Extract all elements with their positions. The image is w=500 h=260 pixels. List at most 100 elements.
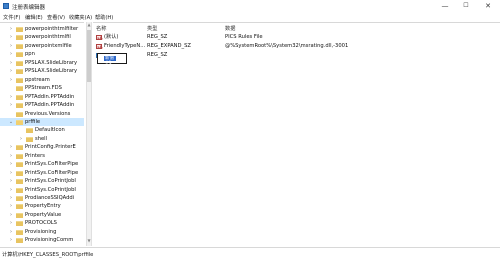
tree-item[interactable]: › ppn (0, 50, 84, 58)
tree-item-label: powerpointhtmlfilter (25, 26, 79, 32)
value-row-new[interactable]: 011 REG_SZ (93, 51, 500, 60)
tree-item[interactable]: › PPSLAX.SlideLibrary (0, 67, 84, 75)
chevron-right-icon[interactable]: › (8, 211, 14, 219)
tree-item-label: PrintConfig.PrinterE (25, 144, 76, 151)
chevron-right-icon[interactable]: › (8, 33, 14, 41)
rename-value-input[interactable]: 新值 #1 (97, 53, 127, 66)
chevron-right-icon[interactable]: › (8, 152, 14, 160)
registry-key-tree[interactable]: › powerpointhtmlfilter › powerpointhtmlfil ›… (0, 22, 84, 246)
folder-icon (26, 128, 33, 134)
chevron-right-icon (8, 110, 14, 118)
tree-item[interactable]: › PrintSys.CoPrintJobI (0, 186, 84, 194)
tree-item[interactable]: › ppstream (0, 76, 84, 84)
tree-item[interactable]: › PrintConfig.PrinterE (0, 143, 84, 151)
tree-item[interactable]: › Provisioning (0, 228, 84, 236)
window-title: 注册表编辑器 (12, 5, 46, 11)
chevron-right-icon[interactable]: › (8, 219, 14, 227)
folder-icon (16, 187, 23, 193)
chevron-right-icon[interactable]: › (8, 76, 14, 84)
tree-item-label: PPSLAX.SlideLibrary (25, 59, 78, 66)
chevron-right-icon[interactable]: › (8, 93, 14, 101)
value-row[interactable]: ab FriendlyTypeN... REG_EXPAND_SZ @%Syst… (93, 42, 500, 51)
chevron-right-icon[interactable]: › (8, 186, 14, 194)
chevron-right-icon[interactable]: › (8, 194, 14, 202)
tree-item[interactable]: › PPTAddin.PPTAddin (0, 101, 84, 109)
folder-icon (16, 196, 23, 201)
folder-icon (16, 43, 23, 49)
menu-help[interactable]: 帮助(H) (95, 14, 113, 21)
scroll-thumb[interactable] (87, 30, 91, 82)
chevron-right-icon[interactable]: › (8, 42, 14, 50)
menu-file[interactable]: 文件(F) (3, 14, 20, 21)
tree-item[interactable]: › ProvisioningComm (0, 236, 84, 244)
chevron-right-icon[interactable]: › (8, 160, 14, 168)
folder-icon (16, 162, 23, 168)
chevron-right-icon[interactable]: › (8, 236, 14, 244)
folder-icon (16, 60, 23, 66)
tree-item-label: PPTAddin.PPTAddin (25, 93, 75, 100)
chevron-right-icon[interactable]: › (8, 143, 14, 151)
chevron-right-icon[interactable]: › (8, 59, 14, 67)
chevron-right-icon[interactable]: › (8, 50, 14, 58)
minimize-button[interactable]: — (437, 1, 453, 11)
column-header-data[interactable]: 数据 (225, 25, 235, 32)
tree-item[interactable]: › powerpointxmlfile (0, 42, 84, 50)
menu-edit[interactable]: 编辑(E) (25, 14, 43, 21)
tree-item-label: Provisioning (25, 228, 57, 235)
tree-item[interactable]: › PrintSys.CoPrintJobI (0, 177, 84, 185)
value-row[interactable]: ab (默认) REG_SZ PICS Rules File (93, 33, 500, 42)
tree-item-label: Printers (25, 152, 45, 159)
chevron-down-icon[interactable]: ⌄ (8, 118, 14, 126)
chevron-right-icon[interactable]: › (8, 202, 14, 210)
column-header-type[interactable]: 类型 (147, 25, 157, 32)
tree-item[interactable]: › Printers (0, 152, 84, 160)
tree-item-label: ProdianceSSIQAddi (25, 195, 75, 201)
tree-item-label: PROTOCOLS (25, 220, 57, 227)
chevron-right-icon[interactable]: › (8, 101, 14, 109)
folder-icon (16, 69, 23, 75)
tree-item[interactable]: › PPTAddin.PPTAddin (0, 93, 84, 101)
tree-item[interactable]: Previous.Versions (0, 110, 84, 118)
tree-item[interactable]: › powerpointhtmlfil (0, 33, 84, 41)
tree-item[interactable]: › PROTOCOLS (0, 219, 84, 227)
status-bar: 计算机\HKEY_CLASSES_ROOT\prffile (0, 247, 500, 260)
menu-view[interactable]: 查看(V) (47, 14, 65, 21)
folder-icon (16, 52, 23, 58)
menu-favorites[interactable]: 收藏夹(A) (69, 14, 92, 21)
tree-item[interactable]: › powerpointhtmlfilter (0, 25, 84, 33)
scroll-up-arrow-icon[interactable]: ▲ (87, 22, 91, 28)
chevron-right-icon[interactable]: › (8, 67, 14, 75)
folder-icon (16, 179, 23, 185)
chevron-right-icon[interactable]: › (8, 228, 14, 236)
chevron-right-icon[interactable]: › (8, 25, 14, 33)
chevron-right-icon[interactable]: › (18, 135, 24, 143)
tree-item-label: PrintSys.CoPrintJobI (25, 186, 76, 193)
tree-item[interactable]: ⌄ prffile (0, 117, 84, 126)
folder-icon (26, 136, 33, 142)
title-bar: 注册表编辑器 — ☐ ✕ (0, 0, 500, 12)
tree-item[interactable]: › PPSLAX.SlideLibrary (0, 59, 84, 67)
tree-item[interactable]: › ProdianceSSIQAddi (0, 194, 84, 202)
scroll-down-arrow-icon[interactable]: ▼ (87, 238, 91, 244)
column-header-name[interactable]: 名称 (96, 25, 106, 32)
tree-item[interactable]: DefaultIcon (0, 126, 84, 134)
chevron-right-icon (18, 126, 24, 134)
tree-item[interactable]: PPStream.FDS (0, 84, 84, 92)
chevron-right-icon[interactable]: › (8, 177, 14, 185)
folder-icon (16, 35, 23, 41)
tree-item[interactable]: › PropertyValue (0, 211, 84, 219)
tree-item[interactable]: › PropertyEntry (0, 202, 84, 210)
tree-scrollbar[interactable]: ▲ ▼ (86, 22, 92, 246)
maximize-button[interactable]: ☐ (458, 1, 474, 11)
folder-icon (16, 170, 23, 176)
tree-item-label: powerpointhtmlfil (25, 34, 71, 41)
close-button[interactable]: ✕ (480, 1, 496, 11)
chevron-right-icon[interactable]: › (8, 169, 14, 177)
value-type: REG_SZ (147, 34, 168, 40)
tree-item[interactable]: › PrintSys.CoFilterPipe (0, 169, 84, 177)
current-key-path: 计算机\HKEY_CLASSES_ROOT\prffile (2, 252, 94, 258)
tree-item-label: shell (35, 135, 48, 142)
rename-value-text[interactable]: 新值 #1 (104, 56, 116, 66)
tree-item[interactable]: › shell (0, 135, 84, 143)
tree-item[interactable]: › PrintSys.CoFilterPipe (0, 160, 84, 168)
